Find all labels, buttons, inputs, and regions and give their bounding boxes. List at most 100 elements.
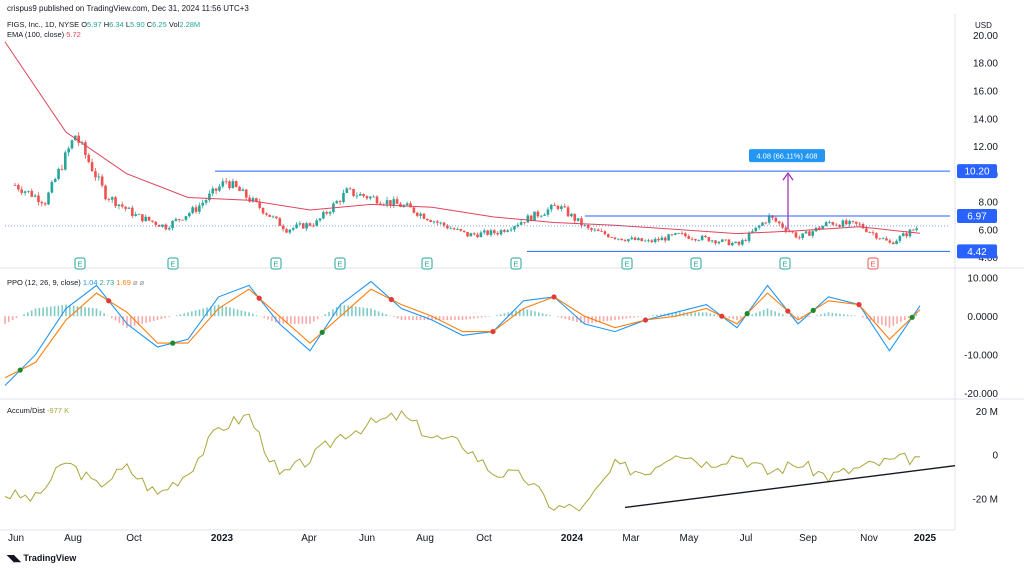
candle-body xyxy=(181,219,184,221)
time-axis-tick: Oct xyxy=(476,533,492,544)
candle-body xyxy=(442,222,446,226)
candle-body xyxy=(278,218,282,226)
candle-body xyxy=(774,217,778,222)
ppo-histogram-bar xyxy=(42,307,44,317)
chart-canvas[interactable]: 20.0018.0016.0014.0012.0010.008.006.004.… xyxy=(0,0,1024,568)
ema-line xyxy=(4,41,921,235)
ppo-histogram-bar xyxy=(408,316,410,321)
time-axis-tick: Nov xyxy=(860,533,878,544)
ppo-histogram-bar xyxy=(229,307,231,317)
ppo-histogram-bar xyxy=(49,306,52,317)
candle-body xyxy=(405,203,409,206)
candle-body xyxy=(898,236,902,241)
ppo-histogram-bar xyxy=(293,316,296,324)
candle-body xyxy=(124,206,127,209)
candle-body xyxy=(791,231,794,233)
ppo-histogram-bar xyxy=(324,314,327,317)
candle-body xyxy=(131,207,134,216)
ppo-line xyxy=(4,280,921,386)
candle-body xyxy=(895,240,898,245)
ppo-histogram-bar xyxy=(412,316,414,321)
candle-body xyxy=(238,186,241,192)
candle-body xyxy=(630,237,634,240)
candle-body xyxy=(536,211,540,217)
ppo-histogram-bar xyxy=(778,312,780,317)
ppo-histogram-bar xyxy=(393,316,395,318)
ppo-histogram-bar xyxy=(842,314,845,317)
ppo-cross-dot xyxy=(856,302,862,308)
ppo-histogram-bar xyxy=(91,308,94,317)
candle-body xyxy=(432,221,436,223)
candle-body xyxy=(865,228,868,232)
ppo-histogram-bar xyxy=(179,314,182,317)
candle-body xyxy=(365,196,369,199)
candle-body xyxy=(191,207,194,214)
candle-body xyxy=(171,220,174,229)
ppo-histogram-bar xyxy=(717,315,719,317)
candle-body xyxy=(590,228,593,230)
ppo-histogram-bar xyxy=(499,314,502,317)
candle-body xyxy=(663,237,667,241)
candle-body xyxy=(342,192,345,202)
ppo-histogram-bar xyxy=(450,316,452,321)
ppo-histogram-bar xyxy=(354,306,357,317)
candle-body xyxy=(328,212,332,214)
candle-body xyxy=(100,176,104,186)
candle-body xyxy=(84,142,87,155)
ppo-cross-dot xyxy=(744,311,750,317)
earnings-marker-icon: E xyxy=(624,260,629,269)
ppo-histogram-bar xyxy=(598,316,601,322)
price-axis-tick: 18.00 xyxy=(973,59,998,70)
candle-body xyxy=(911,229,915,231)
candle-body xyxy=(660,237,664,241)
ppo-histogram-bar xyxy=(724,316,727,318)
ppo-cross-dot xyxy=(490,328,496,335)
ppo-histogram-bar xyxy=(198,309,201,317)
candle-body xyxy=(17,185,20,190)
ppo-histogram-bar xyxy=(225,306,227,317)
candle-body xyxy=(821,225,825,230)
candle-body xyxy=(513,226,516,230)
ppo-histogram-bar xyxy=(217,304,220,317)
candle-body xyxy=(372,196,375,198)
ppo-histogram-bar xyxy=(846,314,849,317)
candle-body xyxy=(60,168,64,170)
ppo-histogram-bar xyxy=(877,316,879,324)
candle-body xyxy=(761,222,764,226)
earnings-marker-icon: E xyxy=(870,260,875,269)
ppo-histogram-bar xyxy=(366,308,368,317)
candle-body xyxy=(308,223,312,226)
time-axis-tick: Aug xyxy=(64,533,82,544)
ppo-histogram-bar xyxy=(701,312,704,317)
candle-body xyxy=(184,216,188,220)
price-axis-tick: 16.00 xyxy=(973,87,998,98)
ppo-histogram-bar xyxy=(114,316,117,321)
candle-body xyxy=(586,225,590,229)
ppo-histogram-bar xyxy=(297,316,300,324)
ppo-histogram-bar xyxy=(358,307,361,317)
ppo-histogram-bar xyxy=(557,316,559,318)
price-axis-tick: 6.00 xyxy=(979,225,999,236)
candle-body xyxy=(288,229,292,233)
earnings-marker-icon: E xyxy=(424,260,429,269)
candle-body xyxy=(596,229,600,232)
candle-body xyxy=(576,218,580,221)
candle-body xyxy=(355,195,359,197)
time-axis-tick: Apr xyxy=(301,533,317,544)
ppo-histogram-bar xyxy=(152,316,155,321)
ppo-histogram-bar xyxy=(46,307,48,317)
ppo-signal-line xyxy=(4,288,921,379)
candle-body xyxy=(137,214,141,216)
ppo-histogram-bar xyxy=(774,311,776,317)
ppo-histogram-bar xyxy=(698,312,700,317)
earnings-marker-icon: E xyxy=(513,260,518,269)
candle-body xyxy=(824,222,828,226)
ppo-cross-dot xyxy=(388,296,394,303)
time-axis-tick: May xyxy=(680,533,699,544)
candle-body xyxy=(724,239,727,241)
candle-body xyxy=(533,211,536,221)
candle-body xyxy=(436,221,439,223)
candle-body xyxy=(674,233,677,235)
candle-body xyxy=(315,220,318,226)
candle-body xyxy=(670,234,674,236)
